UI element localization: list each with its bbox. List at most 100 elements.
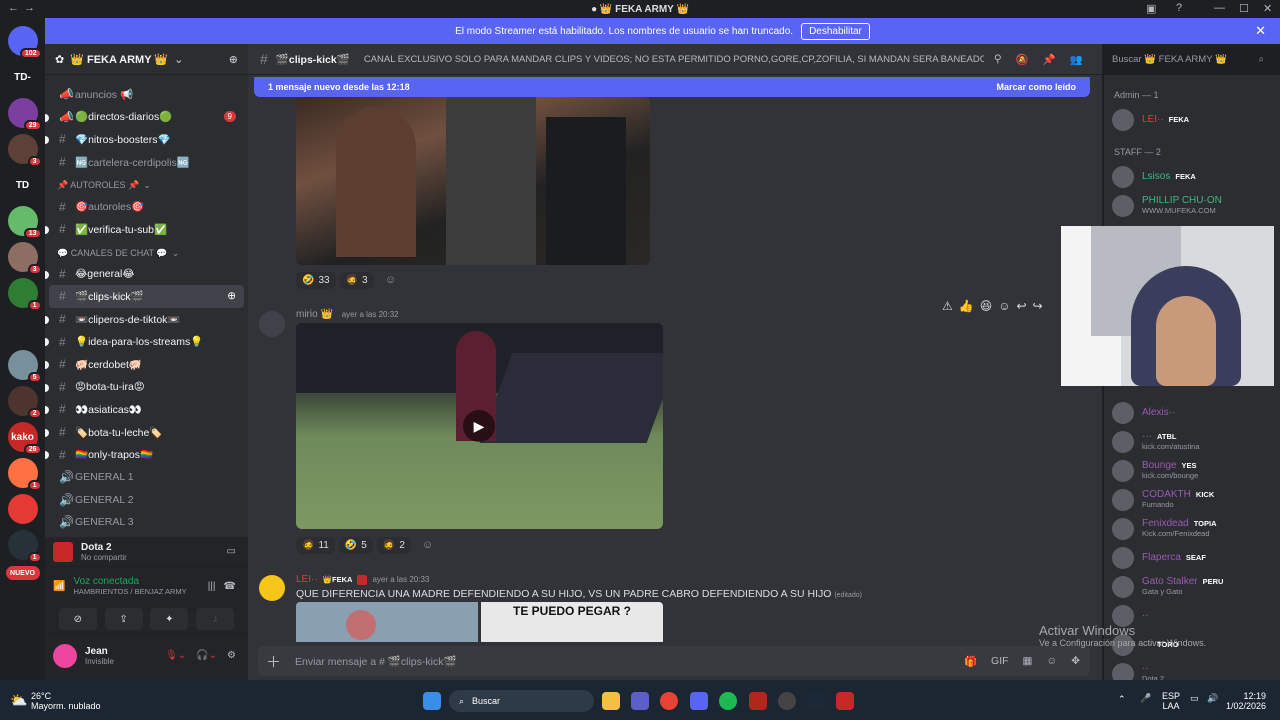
headset-muted-icon[interactable]: 🎧⌄ <box>196 650 217 661</box>
camera-off-icon[interactable]: ⊘ <box>58 608 97 630</box>
server-icon[interactable]: NUEVO <box>5 566 40 580</box>
channel-item[interactable]: # 💎nitros-boosters💎 <box>45 128 248 151</box>
start-icon[interactable] <box>423 692 441 710</box>
taskbar-search[interactable]: ⌕ Buscar <box>449 690 594 712</box>
obs-icon[interactable] <box>778 692 796 710</box>
teams-icon[interactable] <box>631 692 649 710</box>
app-icon[interactable] <box>749 692 767 710</box>
soundboard-icon[interactable]: ♪ <box>196 608 235 630</box>
activities-icon[interactable]: ✦ <box>150 608 189 630</box>
reply-icon[interactable]: ↩ <box>1017 299 1027 313</box>
signal-icon[interactable]: 📶 <box>53 581 65 592</box>
disconnect-icon[interactable]: ☎ <box>224 581 236 592</box>
file-explorer-icon[interactable] <box>602 692 620 710</box>
settings-gear-icon[interactable]: ⚙ <box>227 650 236 661</box>
spotify-icon[interactable] <box>719 692 737 710</box>
volume-icon[interactable]: 🔊 <box>1207 693 1218 704</box>
weather-icon[interactable]: ⛅ <box>10 692 27 709</box>
mark-read-button[interactable]: Marcar como leído <box>996 82 1076 92</box>
channel-category[interactable]: 📌 AUTOROLES 📌 ⌄ <box>45 173 248 195</box>
share-screen-icon[interactable]: ⇪ <box>104 608 143 630</box>
server-icon[interactable]: 3 <box>7 242 42 275</box>
chrome-icon[interactable] <box>660 692 678 710</box>
channel-item[interactable]: 🔊 GENERAL 1 <box>45 466 248 489</box>
channel-item[interactable]: # ✅verifica-tu-sub✅ <box>45 218 248 241</box>
server-icon[interactable]: 2 <box>7 386 42 419</box>
disable-button[interactable]: Deshabilitar <box>801 22 870 40</box>
mic-muted-icon[interactable]: 🎙⌄ <box>165 650 186 661</box>
channel-item[interactable]: # 👀asiaticas👀 <box>45 398 248 421</box>
weather-widget[interactable]: 26°C Mayorm. nublado <box>31 691 101 711</box>
member-row[interactable]: Gato Stalker PERU Gata y Gato <box>1104 572 1280 601</box>
member-row[interactable]: ·· Dota 2 <box>1104 659 1280 680</box>
thumbs-up-icon[interactable]: 👍 <box>959 299 974 313</box>
maximize-icon[interactable]: ☐ <box>1239 2 1249 15</box>
channel-item[interactable]: 📣 anuncios 📢 <box>45 83 248 106</box>
member-row[interactable]: Fenixdead TOPIA Kick.com/Fenixdead <box>1104 514 1280 543</box>
channel-item[interactable]: # 😡bota-tu-ira😡 <box>45 376 248 399</box>
reaction-pill[interactable]: 🤣 33 <box>296 272 336 289</box>
add-reaction-icon[interactable]: ☺ <box>385 274 396 286</box>
server-icon[interactable]: 1 <box>7 530 42 563</box>
server-icon[interactable]: kako 26 <box>7 422 42 455</box>
channel-item[interactable]: # 💡idea-para-los-streams💡 <box>45 330 248 353</box>
server-icon[interactable]: 13 <box>7 206 42 239</box>
add-member-icon[interactable]: ⊕ <box>227 290 236 302</box>
noise-icon[interactable]: ||| <box>208 581 216 592</box>
member-row[interactable]: PHILLIP CHU·ON WWW.MUFEKA.COM <box>1104 191 1280 220</box>
search-input[interactable]: Buscar 👑 FEKA ARMY 👑 ⌕ <box>1104 48 1272 70</box>
channel-item[interactable]: # 🐖cerdobet🐖 <box>45 353 248 376</box>
server-icon[interactable] <box>7 494 38 524</box>
member-row[interactable]: ··· ATBL kick.com/atustina <box>1104 427 1280 456</box>
add-attachment-icon[interactable]: ＋ <box>266 651 281 672</box>
screen-share-icon[interactable]: ▭ <box>227 546 236 557</box>
laugh-icon[interactable]: 😆 <box>980 299 993 313</box>
message-video[interactable]: ▶ <box>296 323 663 529</box>
member-row[interactable]: CODAKTH KICK Fumando <box>1104 485 1280 514</box>
server-icon[interactable] <box>7 314 38 344</box>
message-image[interactable]: TE PUEDO PEGAR ? <box>481 602 663 642</box>
server-icon[interactable]: 29 <box>7 98 42 131</box>
channel-item[interactable]: # 🎬clips-kick🎬 ⊕ <box>49 285 244 308</box>
channel-item[interactable]: # 🎯autoroles🎯 <box>45 195 248 218</box>
server-icon[interactable]: 3 <box>7 134 42 167</box>
server-icon[interactable]: 5 <box>7 350 42 383</box>
add-user-icon[interactable]: ⊕ <box>229 53 238 66</box>
reaction-pill[interactable]: 🧔 3 <box>339 272 374 289</box>
close-window-icon[interactable]: ✕ <box>1263 2 1272 15</box>
network-icon[interactable]: ▭ <box>1190 693 1199 704</box>
member-list-icon[interactable]: 👥 <box>1070 53 1083 66</box>
channel-item[interactable]: # 📼cliperos-de-tiktok📼 <box>45 308 248 331</box>
server-icon[interactable]: 1 <box>7 458 42 491</box>
member-row[interactable]: Alexis·· <box>1104 398 1280 427</box>
pin-icon[interactable]: 📌 <box>1043 53 1056 66</box>
channel-category[interactable] <box>45 75 248 83</box>
server-icon[interactable]: 102 <box>7 26 42 59</box>
voice-location[interactable]: HAMBRIENTOS / BENJAZ ARMY <box>73 587 186 596</box>
dota-icon[interactable] <box>836 692 854 710</box>
reaction-icon[interactable]: ⚠ <box>942 299 953 313</box>
close-icon[interactable]: ✕ <box>1255 23 1266 39</box>
voice-status[interactable]: Voz conectada <box>73 576 186 587</box>
server-icon[interactable]: TD- <box>7 62 38 92</box>
member-row[interactable]: Bounge YES kick.com/bounge <box>1104 456 1280 485</box>
avatar[interactable] <box>259 575 285 601</box>
message-image[interactable] <box>296 602 478 642</box>
member-row[interactable]: Flaperca SEAF <box>1104 543 1280 572</box>
apps-icon[interactable]: ✥ <box>1071 655 1080 667</box>
reaction-pill[interactable]: 🧔 2 <box>376 537 411 554</box>
discord-icon[interactable] <box>690 692 708 710</box>
message-video[interactable] <box>296 97 650 265</box>
gift-icon[interactable]: 🎁 <box>964 655 977 668</box>
channel-item[interactable]: # 😂general😂 <box>45 263 248 286</box>
channel-category[interactable]: 💬 CANALES DE CHAT 💬 ⌄ <box>45 241 248 263</box>
avatar[interactable] <box>53 643 77 668</box>
threads-icon[interactable]: ⚲ <box>994 53 1002 65</box>
member-row[interactable]: LEI·· FEKA <box>1104 105 1280 134</box>
forward-icon[interactable]: ↪ <box>1033 299 1043 313</box>
channel-item[interactable]: 🔊 GENERAL 2 <box>45 489 248 512</box>
steam-icon[interactable] <box>807 692 825 710</box>
author-name[interactable]: mirio <box>296 309 318 320</box>
guild-header[interactable]: ✿ 👑 FEKA ARMY 👑 ⌄ ⊕ <box>45 44 248 75</box>
channel-item[interactable]: 🔊 GENERAL 3 <box>45 511 248 534</box>
